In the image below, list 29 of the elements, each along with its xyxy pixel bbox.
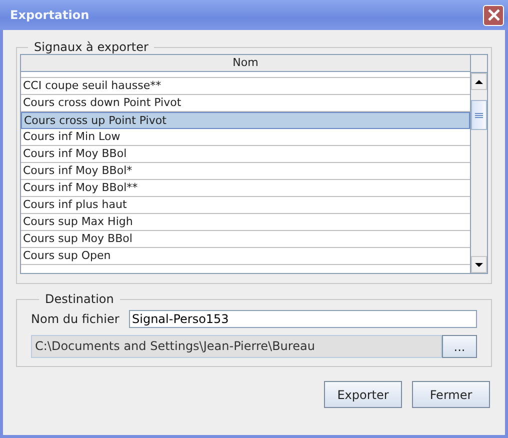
scroll-down-button[interactable] bbox=[471, 256, 487, 273]
dialog-button[interactable]: Fermer bbox=[412, 381, 490, 408]
close-icon bbox=[488, 9, 500, 21]
dialog-button[interactable]: Exporter bbox=[324, 381, 402, 408]
column-header[interactable]: Nom bbox=[21, 55, 470, 72]
grip-icon bbox=[475, 112, 483, 118]
scroll-thumb[interactable] bbox=[471, 100, 487, 130]
up-arrow-icon bbox=[475, 80, 483, 84]
window-title: Exportation bbox=[10, 8, 90, 22]
table-row[interactable]: Cours sup Max High bbox=[21, 214, 470, 231]
table-row[interactable]: Cours inf Min Low bbox=[21, 129, 470, 146]
table-row[interactable]: CCI coupe seuil hausse** bbox=[21, 78, 470, 95]
file-name-field[interactable]: Signal-Perso153 bbox=[129, 310, 477, 328]
down-arrow-icon bbox=[475, 262, 483, 266]
browse-button[interactable]: ... bbox=[442, 335, 477, 358]
scrollbar[interactable] bbox=[470, 55, 487, 273]
path-field: C:\Documents and Settings\Jean-Pierre\Bureau bbox=[31, 335, 442, 358]
field-label: Nom du fichier bbox=[31, 312, 120, 326]
table-row[interactable]: Cours inf Moy BBol** bbox=[21, 180, 470, 197]
scroll-up-button[interactable] bbox=[471, 73, 487, 90]
table-row[interactable]: Cours inf plus haut bbox=[21, 197, 470, 214]
table-row[interactable]: Cours cross up Point Pivot bbox=[21, 112, 470, 129]
table-row[interactable]: Cours sup Moy BBol bbox=[21, 231, 470, 248]
table-row[interactable]: Cours inf Moy BBol* bbox=[21, 163, 470, 180]
table-row[interactable]: Cours inf Moy BBol bbox=[21, 146, 470, 163]
group-title: Signaux à exporter bbox=[33, 40, 150, 54]
group-title: Destination bbox=[44, 292, 115, 306]
close-button[interactable] bbox=[483, 4, 504, 26]
table-row[interactable]: Cours sup Open bbox=[21, 248, 470, 265]
